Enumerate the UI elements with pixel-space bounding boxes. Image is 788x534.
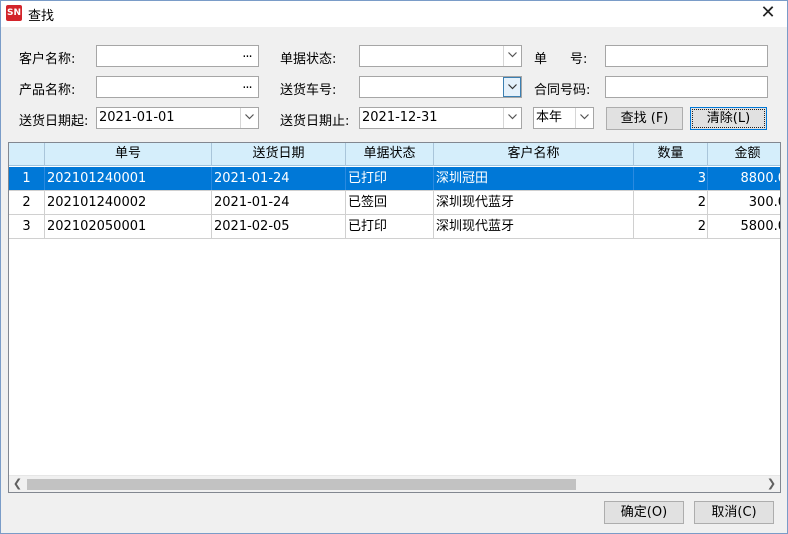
column-header[interactable]: 金额	[708, 143, 780, 166]
cell-number[interactable]: 202101240002	[45, 191, 212, 214]
chevron-down-icon[interactable]	[503, 108, 521, 128]
cell-qty[interactable]: 3	[634, 167, 708, 190]
row-index: 2	[9, 191, 45, 214]
chevron-down-icon[interactable]	[575, 108, 593, 128]
find-dialog: SN 查找 ✕ 客户名称: ... 单据状态: 单 号: 产品名称: ... 送…	[0, 0, 788, 534]
row-index: 3	[9, 215, 45, 238]
chevron-down-icon[interactable]	[503, 77, 521, 97]
status-label: 单据状态:	[280, 52, 337, 67]
cell-status[interactable]: 已打印	[346, 167, 434, 190]
cell-date[interactable]: 2021-02-05	[212, 215, 346, 238]
horizontal-scrollbar[interactable]: ❮ ❯	[9, 475, 780, 492]
number-label-a: 单	[534, 52, 548, 67]
cell-customer[interactable]: 深圳冠田	[434, 167, 634, 190]
title-bar: SN 查找 ✕	[1, 1, 787, 27]
customer-label: 客户名称:	[19, 52, 76, 67]
vehicle-label: 送货车号:	[280, 83, 337, 98]
contract-input[interactable]	[605, 76, 768, 98]
contract-label: 合同号码:	[534, 83, 591, 98]
scroll-left-icon[interactable]: ❮	[9, 476, 26, 492]
cell-customer[interactable]: 深圳现代蓝牙	[434, 215, 634, 238]
cell-status[interactable]: 已打印	[346, 215, 434, 238]
column-header[interactable]: 数量	[634, 143, 708, 166]
number-label-b: 号:	[570, 52, 588, 67]
results-table: 单号 送货日期 单据状态 客户名称 数量 金额 1 202101240001 2…	[8, 142, 781, 493]
vehicle-select[interactable]	[359, 76, 522, 98]
cell-qty[interactable]: 2	[634, 215, 708, 238]
period-select[interactable]: 本年	[533, 107, 594, 129]
table-header: 单号 送货日期 单据状态 客户名称 数量 金额	[9, 143, 780, 166]
cell-status[interactable]: 已签回	[346, 191, 434, 214]
number-input[interactable]	[605, 45, 768, 67]
close-button[interactable]: ✕	[757, 3, 779, 25]
cell-date[interactable]: 2021-01-24	[212, 167, 346, 190]
column-header[interactable]: 单号	[45, 143, 212, 166]
cell-amount[interactable]: 5800.0	[708, 215, 781, 238]
customer-input[interactable]: ...	[96, 45, 259, 67]
date-to-picker[interactable]: 2021-12-31	[359, 107, 522, 129]
chevron-down-icon[interactable]	[240, 108, 258, 128]
cancel-button[interactable]: 取消(C)	[694, 501, 774, 524]
column-header[interactable]: 单据状态	[346, 143, 434, 166]
chevron-down-icon[interactable]	[503, 46, 521, 66]
cell-number[interactable]: 202101240001	[45, 167, 212, 190]
find-button[interactable]: 查找 (F)	[606, 107, 683, 130]
cell-date[interactable]: 2021-01-24	[212, 191, 346, 214]
clear-button[interactable]: 清除(L)	[690, 107, 767, 130]
cell-amount[interactable]: 8800.0	[708, 167, 781, 190]
cell-customer[interactable]: 深圳现代蓝牙	[434, 191, 634, 214]
table-row[interactable]: 2 202101240002 2021-01-24 已签回 深圳现代蓝牙 2 3…	[9, 191, 780, 215]
table-row[interactable]: 3 202102050001 2021-02-05 已打印 深圳现代蓝牙 2 5…	[9, 215, 781, 239]
row-number-header	[9, 143, 45, 166]
product-input[interactable]: ...	[96, 76, 259, 98]
cell-amount[interactable]: 300.0	[708, 191, 780, 214]
column-header[interactable]: 送货日期	[212, 143, 346, 166]
product-label: 产品名称:	[19, 83, 76, 98]
date-from-label: 送货日期起:	[19, 114, 89, 129]
date-from-picker[interactable]: 2021-01-01	[96, 107, 259, 129]
scroll-right-icon[interactable]: ❯	[763, 476, 780, 492]
cell-qty[interactable]: 2	[634, 191, 708, 214]
table-row[interactable]: 1 202101240001 2021-01-24 已打印 深圳冠田 3 880…	[9, 167, 781, 191]
ok-button[interactable]: 确定(O)	[604, 501, 684, 524]
status-select[interactable]	[359, 45, 522, 67]
product-browse-button[interactable]: ...	[238, 77, 256, 95]
cell-number[interactable]: 202102050001	[45, 215, 212, 238]
window-title: 查找	[28, 9, 55, 24]
customer-browse-button[interactable]: ...	[238, 46, 256, 64]
date-to-label: 送货日期止:	[280, 114, 350, 129]
column-header[interactable]: 客户名称	[434, 143, 634, 166]
scroll-thumb[interactable]	[27, 479, 576, 490]
row-index: 1	[9, 167, 45, 190]
app-logo-icon: SN	[6, 5, 22, 21]
